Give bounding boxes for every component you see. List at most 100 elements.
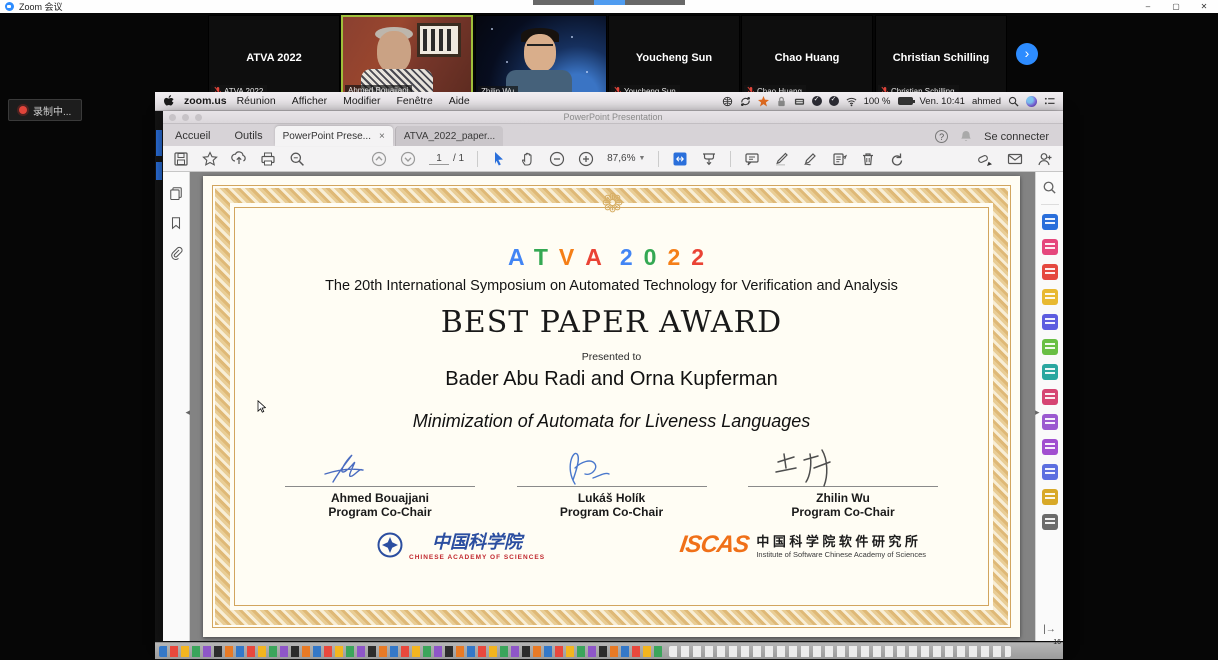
close-button[interactable]: ✕: [1190, 2, 1218, 11]
fill-sign-tool-icon[interactable]: [1042, 464, 1058, 480]
protect-icon[interactable]: [1042, 414, 1058, 430]
onedrive-status-icon[interactable]: [812, 96, 822, 106]
dock-document-icons[interactable]: [669, 646, 1011, 657]
zoom-out-icon[interactable]: [549, 151, 565, 167]
input-source-icon[interactable]: [722, 96, 733, 107]
minimize-button[interactable]: –: [1134, 2, 1162, 11]
sign-in-button[interactable]: Se connecter: [984, 131, 1049, 143]
document-area[interactable]: ❁ ATVA2022 The 20th International Sympos…: [190, 172, 1035, 641]
menubar-app-name[interactable]: zoom.us: [184, 95, 227, 107]
tab-atva-2022-paper[interactable]: ATVA_2022_paper...: [395, 126, 503, 146]
organize-pages-icon[interactable]: [1042, 339, 1058, 355]
zoom-in-icon[interactable]: [578, 151, 594, 167]
send-for-comments-icon[interactable]: [1042, 489, 1058, 505]
print-icon[interactable]: [260, 151, 276, 167]
menu-reunion[interactable]: Réunion: [237, 95, 276, 107]
export-pdf-icon[interactable]: [1042, 214, 1058, 230]
expand-panel-icon[interactable]: |→: [1043, 624, 1056, 635]
share-with-people-icon[interactable]: [1037, 151, 1053, 167]
star-icon[interactable]: [202, 151, 218, 167]
menu-fenetre[interactable]: Fenêtre: [397, 95, 433, 107]
dock-app-icons[interactable]: [159, 646, 663, 657]
create-pdf-icon[interactable]: [1042, 264, 1058, 280]
menubar-user[interactable]: ahmed: [972, 96, 1001, 107]
mouse-cursor-icon: [257, 400, 266, 413]
previous-page-icon[interactable]: [371, 151, 387, 167]
acrobat-tools-panel: ▸ |→: [1035, 172, 1063, 641]
iscas-logo: ISCAS 中国科学院软件研究所 Institute of Software C…: [680, 531, 926, 559]
next-page-icon[interactable]: [400, 151, 416, 167]
attachments-icon[interactable]: [169, 246, 183, 260]
menu-aide[interactable]: Aide: [449, 95, 470, 107]
page-number-input[interactable]: 1: [429, 153, 449, 165]
video-tile-christian-schilling[interactable]: Christian Schilling Christian Schilling: [875, 15, 1007, 100]
signature-row: Ahmed Bouajjani Program Co-Chair Lukáš H…: [257, 446, 966, 519]
acrobat-window: PowerPoint Presentation Accueil Outils P…: [163, 111, 1063, 641]
save-icon[interactable]: [173, 151, 189, 167]
apple-menu-icon[interactable]: [163, 95, 174, 108]
redact-icon[interactable]: [1042, 389, 1058, 405]
shared-screen: zoom.us Réunion Afficher Modifier Fenêtr…: [155, 92, 1063, 660]
comment-tool-icon[interactable]: [1042, 289, 1058, 305]
stamp-icon[interactable]: [831, 151, 847, 167]
tab-close-icon[interactable]: ×: [379, 131, 385, 142]
search-icon[interactable]: [289, 151, 305, 167]
antivirus-star-icon[interactable]: [758, 96, 769, 107]
notification-center-icon[interactable]: [1044, 96, 1055, 107]
edit-pdf-icon[interactable]: [1042, 239, 1058, 255]
next-participants-button[interactable]: ›: [1016, 43, 1038, 65]
recording-indicator[interactable]: 录制中...: [8, 99, 82, 121]
video-tile-zhilin-wu[interactable]: Zhilin Wu: [475, 15, 607, 100]
mac-dock[interactable]: 16: [155, 642, 1063, 659]
video-tile-ahmed-bouajjani[interactable]: Ahmed Bouajjani: [341, 15, 473, 100]
video-tile-chao-huang[interactable]: Chao Huang Chao Huang: [741, 15, 873, 100]
combine-files-icon[interactable]: [1042, 314, 1058, 330]
hand-tool-icon[interactable]: [520, 151, 536, 167]
scan-ocr-icon[interactable]: [1042, 439, 1058, 455]
spotlight-search-icon[interactable]: [1008, 96, 1019, 107]
email-icon[interactable]: [1007, 151, 1023, 167]
zoom-collapsed-controls[interactable]: [533, 0, 685, 5]
page-fit-icon[interactable]: [672, 151, 688, 167]
cas-logo: 中国科学院 CHINESE ACADEMY OF SCIENCES: [377, 528, 545, 561]
compress-pdf-icon[interactable]: [1042, 364, 1058, 380]
page-thumbnails-icon[interactable]: [169, 186, 183, 200]
presented-to-label: Presented to: [257, 351, 966, 363]
shield-status-icon[interactable]: [829, 96, 839, 106]
video-tile-atva-2022[interactable]: ATVA 2022 ATVA 2022: [208, 15, 340, 100]
zoom-level-dropdown[interactable]: 87,6%▼: [607, 153, 645, 164]
bookmarks-icon[interactable]: [169, 216, 183, 230]
signature-lukas-holik: [517, 446, 637, 490]
collapse-right-panel-icon[interactable]: ▸: [1035, 407, 1040, 418]
menu-afficher[interactable]: Afficher: [292, 95, 327, 107]
wifi-icon[interactable]: [846, 96, 857, 107]
siri-icon[interactable]: [1026, 96, 1037, 107]
share-upload-icon[interactable]: [231, 151, 247, 167]
paper-title: Minimization of Automata for Liveness La…: [257, 398, 966, 432]
undo-icon[interactable]: [889, 151, 905, 167]
sync-status-icon[interactable]: [740, 96, 751, 107]
menubar-clock[interactable]: Ven. 10:41: [920, 96, 965, 107]
maximize-button[interactable]: ▢: [1162, 2, 1190, 11]
tab-powerpoint-presentation[interactable]: PowerPoint Prese... ×: [275, 126, 393, 146]
battery-icon: [898, 97, 913, 105]
highlight-icon[interactable]: [773, 151, 789, 167]
notification-bell-icon[interactable]: [960, 130, 972, 143]
lock-icon[interactable]: [776, 96, 787, 107]
help-icon[interactable]: ?: [935, 130, 948, 143]
fill-sign-icon[interactable]: [802, 151, 818, 167]
delete-icon[interactable]: [860, 151, 876, 167]
more-tools-icon[interactable]: [1042, 514, 1058, 530]
menu-modifier[interactable]: Modifier: [343, 95, 380, 107]
search-tools-icon[interactable]: [1042, 180, 1057, 195]
window-title: Zoom 会议: [19, 0, 63, 13]
comment-icon[interactable]: [744, 151, 760, 167]
keyboard-icon[interactable]: [794, 96, 805, 107]
attach-link-icon[interactable]: [977, 151, 993, 167]
read-mode-icon[interactable]: [701, 151, 717, 167]
tab-outils[interactable]: Outils: [222, 130, 274, 146]
dock-badge: 16: [1053, 639, 1061, 646]
video-tile-youcheng-sun[interactable]: Youcheng Sun Youcheng Sun: [608, 15, 740, 100]
select-tool-icon[interactable]: [491, 151, 507, 167]
tab-accueil[interactable]: Accueil: [163, 130, 222, 146]
